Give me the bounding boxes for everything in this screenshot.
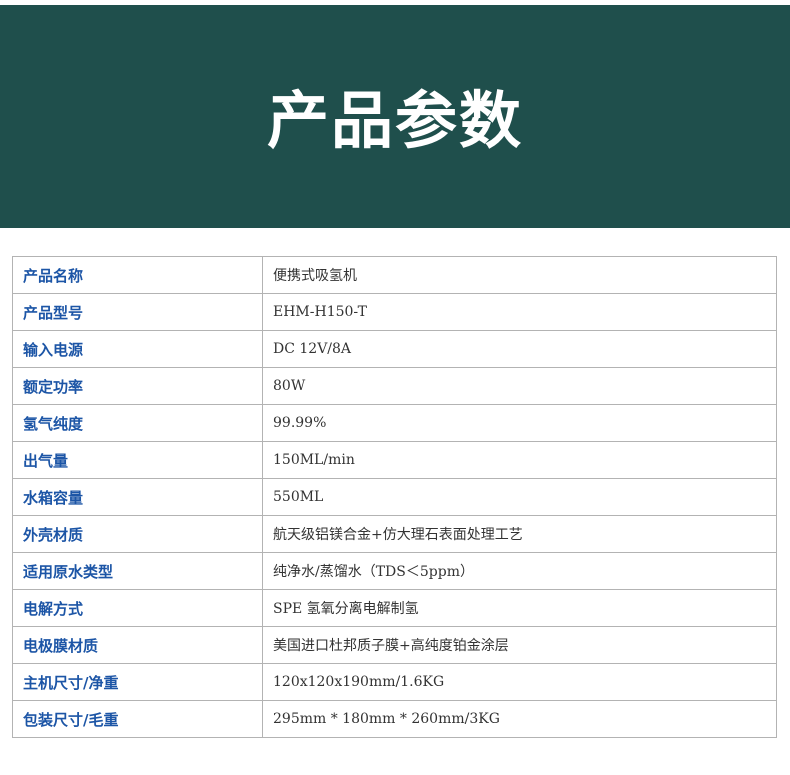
spec-label: 输入电源 [12,330,263,368]
table-row: 电极膜材质 美国进口杜邦质子膜+高纯度铂金涂层 [12,626,777,664]
table-row: 电解方式 SPE 氢氧分离电解制氢 [12,589,777,627]
table-row: 产品名称 便携式吸氢机 [12,256,777,294]
spec-label: 产品名称 [12,256,263,294]
spec-label: 电解方式 [12,589,263,627]
table-row: 主机尺寸/净重 120x120x190mm/1.6KG [12,663,777,701]
spec-value: 美国进口杜邦质子膜+高纯度铂金涂层 [262,626,777,664]
spec-label: 包装尺寸/毛重 [12,700,263,738]
table-row: 适用原水类型 纯净水/蒸馏水（TDS＜5ppm） [12,552,777,590]
spec-label: 产品型号 [12,293,263,331]
spec-value: 纯净水/蒸馏水（TDS＜5ppm） [262,552,777,590]
table-row: 包装尺寸/毛重 295mm * 180mm * 260mm/3KG [12,700,777,738]
spec-label: 电极膜材质 [12,626,263,664]
spec-value: 80W [262,367,777,405]
header-banner: 产品参数 [0,5,790,228]
spec-value: 295mm * 180mm * 260mm/3KG [262,700,777,738]
spec-value: 150ML/min [262,441,777,479]
spec-label: 氢气纯度 [12,404,263,442]
spec-value: 550ML [262,478,777,516]
spec-value: DC 12V/8A [262,330,777,368]
table-row: 氢气纯度 99.99% [12,404,777,442]
spec-value: 99.99% [262,404,777,442]
spec-table: 产品名称 便携式吸氢机 产品型号 EHM-H150-T 输入电源 DC 12V/… [12,256,777,738]
table-row: 产品型号 EHM-H150-T [12,293,777,331]
spec-value: SPE 氢氧分离电解制氢 [262,589,777,627]
spec-label: 外壳材质 [12,515,263,553]
spec-label: 出气量 [12,441,263,479]
table-row: 输入电源 DC 12V/8A [12,330,777,368]
table-row: 外壳材质 航天级铝镁合金+仿大理石表面处理工艺 [12,515,777,553]
spec-label: 主机尺寸/净重 [12,663,263,701]
page-title: 产品参数 [266,83,523,157]
table-row: 额定功率 80W [12,367,777,405]
spec-value: 航天级铝镁合金+仿大理石表面处理工艺 [262,515,777,553]
table-row: 水箱容量 550ML [12,478,777,516]
spec-value: EHM-H150-T [262,293,777,331]
spec-label: 额定功率 [12,367,263,405]
table-row: 出气量 150ML/min [12,441,777,479]
spec-label: 水箱容量 [12,478,263,516]
spec-label: 适用原水类型 [12,552,263,590]
spec-value: 便携式吸氢机 [262,256,777,294]
spec-value: 120x120x190mm/1.6KG [262,663,777,701]
